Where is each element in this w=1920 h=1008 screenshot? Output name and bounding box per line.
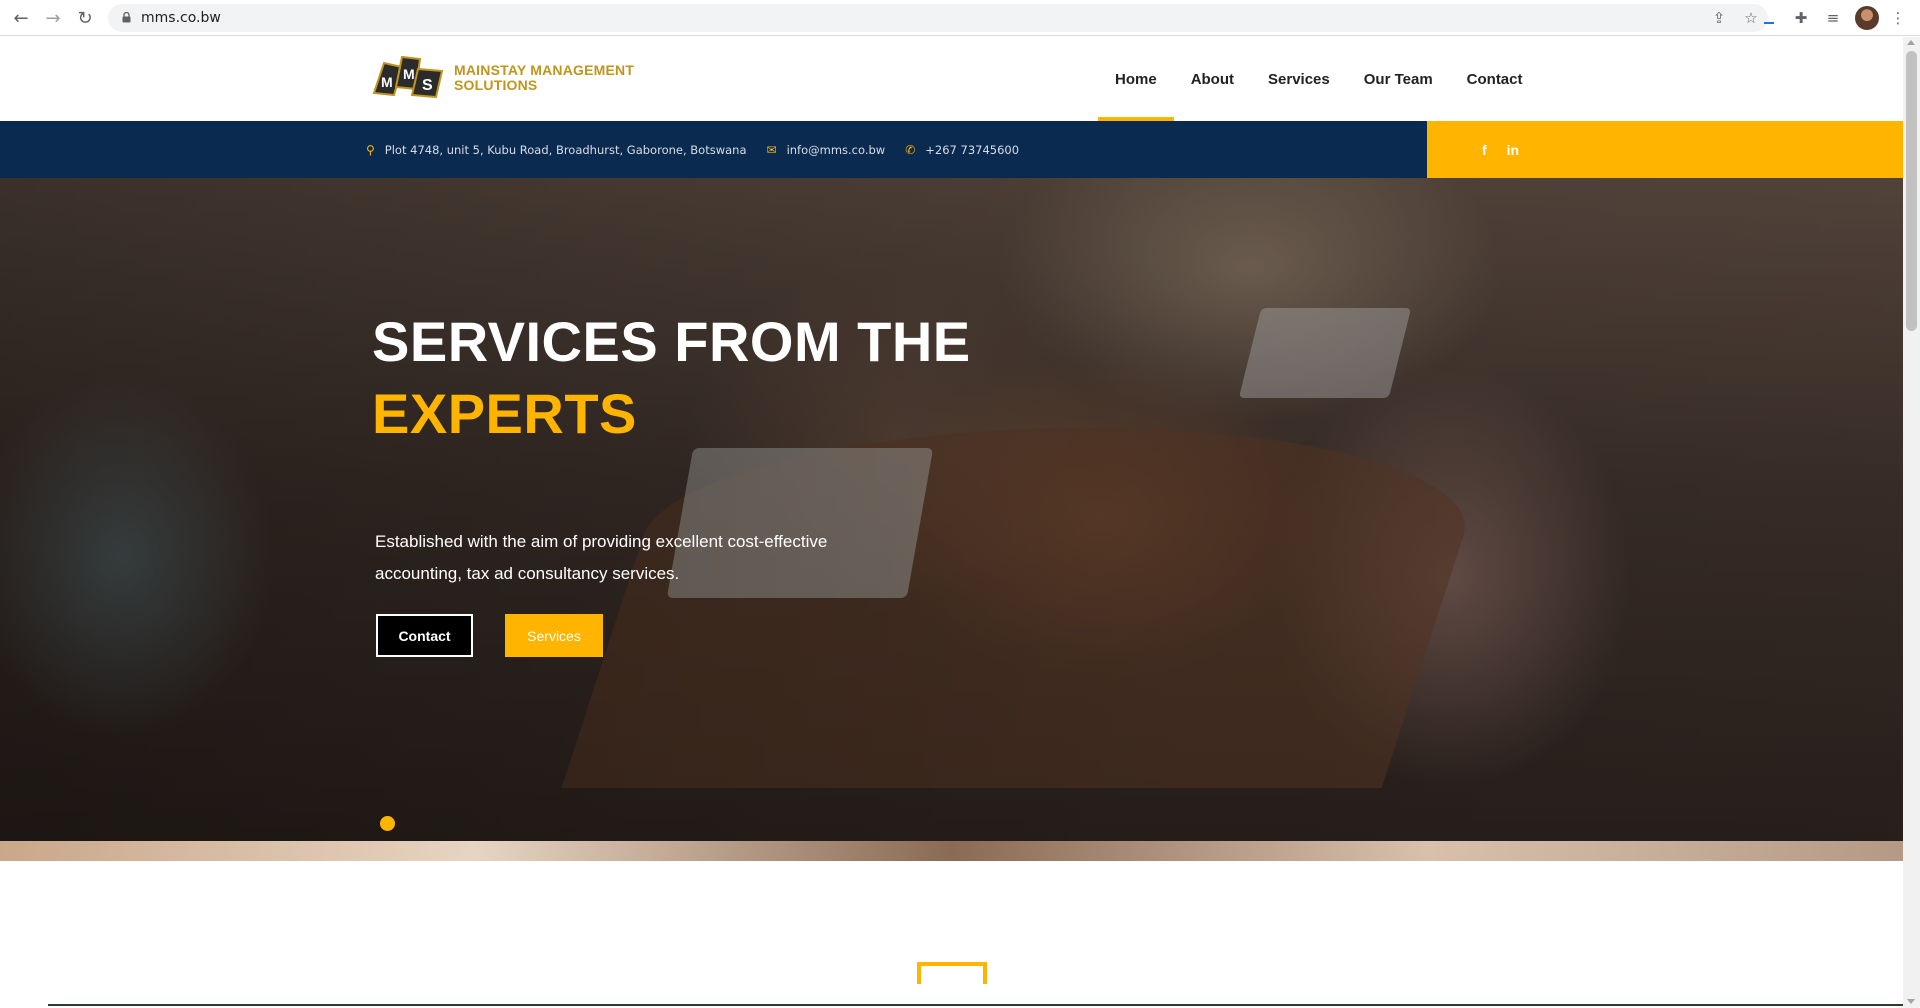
lock-icon [122,12,131,23]
extensions-icon[interactable]: ✚ [1790,7,1812,29]
forward-icon[interactable]: → [41,6,65,30]
scrollbar[interactable] [1903,37,1920,1008]
hero-title: SERVICES FROM THE EXPERTS [372,306,971,450]
back-icon[interactable]: ← [9,6,33,30]
reading-list-icon[interactable]: ≡ [1822,7,1844,29]
address-info: ⚲ Plot 4748, unit 5, Kubu Road, Broadhur… [366,143,747,157]
scroll-down-arrow-icon[interactable] [1907,999,1915,1004]
svg-text:S: S [422,77,433,94]
main-nav: Home About Services Our Team Contact [1098,37,1540,121]
scroll-thumb[interactable] [1906,51,1917,331]
download-icon[interactable] [1758,7,1780,29]
hero-title-line-1: SERVICES FROM THE [372,310,971,373]
envelope-icon: ✉ [766,142,777,157]
services-button[interactable]: Services [505,614,603,657]
logo-line-1: MAINSTAY MANAGEMENT [454,62,635,78]
nav-services[interactable]: Services [1251,37,1347,121]
logo[interactable]: M M S MAINSTAY MANAGEMENT SOLUTIONS [372,53,642,103]
section-heading-bracket [917,962,987,984]
info-bar: ⚲ Plot 4748, unit 5, Kubu Road, Broadhur… [0,121,1427,178]
logo-text: MAINSTAY MANAGEMENT SOLUTIONS [454,63,634,93]
svg-text:M: M [403,66,415,82]
share-icon[interactable]: ⇪ [1710,9,1728,27]
social-links: f in [1482,121,1539,178]
reload-icon[interactable]: ↻ [73,6,97,30]
linkedin-icon[interactable]: in [1507,142,1519,158]
nav-home[interactable]: Home [1098,37,1174,121]
site-header: M M S MAINSTAY MANAGEMENT SOLUTIONS Home… [0,37,1903,121]
email-text[interactable]: info@mms.co.bw [787,143,886,157]
nav-about[interactable]: About [1174,37,1251,121]
hero-content: SERVICES FROM THE EXPERTS Established wi… [372,178,1172,861]
profile-avatar[interactable] [1855,6,1879,30]
facebook-icon[interactable]: f [1482,142,1487,158]
phone-text[interactable]: +267 73745600 [925,143,1019,157]
logo-line-2: SOLUTIONS [454,77,538,93]
nav-our-team[interactable]: Our Team [1347,37,1450,121]
svg-text:M: M [381,74,393,90]
hero-description: Established with the aim of providing ex… [375,532,828,583]
email-info[interactable]: ✉ info@mms.co.bw [767,143,886,157]
page-divider [48,1004,1903,1006]
logo-mark: M M S [372,55,444,99]
phone-info[interactable]: ✆ +267 73745600 [905,143,1019,157]
address-text: Plot 4748, unit 5, Kubu Road, Broadhurst… [384,142,747,157]
url-text: mms.co.bw [141,10,221,26]
more-menu-icon[interactable]: ⋮ [1887,7,1909,29]
phone-icon: ✆ [905,142,916,157]
social-bar: f in [1427,121,1903,178]
hero-title-line-2: EXPERTS [372,382,637,445]
scroll-up-arrow-icon[interactable] [1907,40,1915,45]
contact-info: ⚲ Plot 4748, unit 5, Kubu Road, Broadhur… [366,121,1039,178]
contact-button[interactable]: Contact [376,614,473,657]
address-bar[interactable]: mms.co.bw ⇪ ☆ [108,4,1768,32]
nav-contact[interactable]: Contact [1450,37,1540,121]
slider-dot[interactable] [380,816,395,831]
browser-toolbar: ← → ↻ mms.co.bw ⇪ ☆ ✚ ≡ ⋮ [0,0,1920,36]
map-marker-icon: ⚲ [366,142,375,157]
hero-banner: SERVICES FROM THE EXPERTS Established wi… [0,178,1903,861]
